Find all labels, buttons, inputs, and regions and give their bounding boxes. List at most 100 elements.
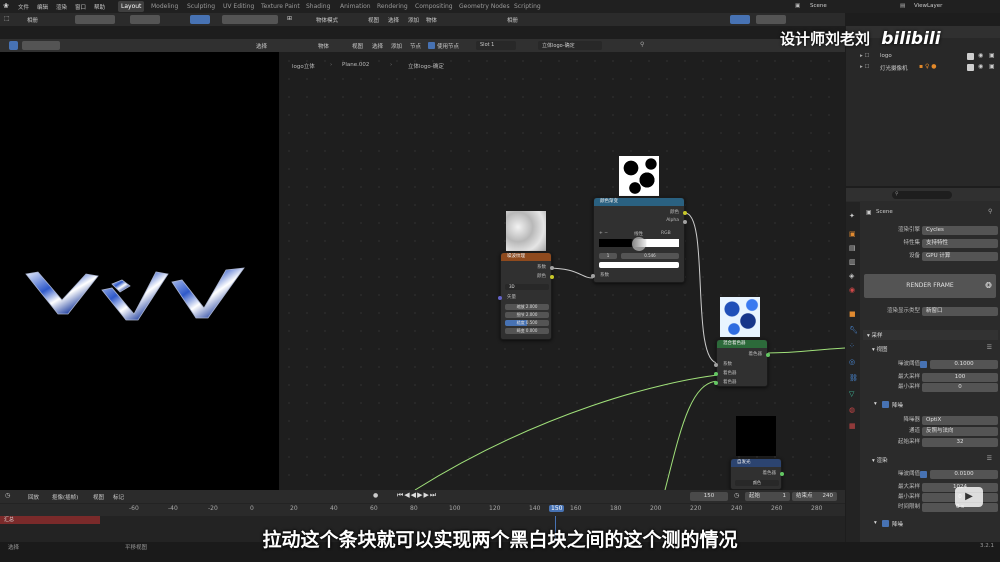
node-menu-node[interactable]: 节点 xyxy=(410,42,421,50)
viewport-toggle-group[interactable] xyxy=(75,15,115,24)
scene-tab-icon[interactable]: ◈ xyxy=(849,272,854,280)
snap-button[interactable] xyxy=(190,15,210,24)
clock-icon[interactable]: ◷ xyxy=(5,492,10,499)
include-checkbox[interactable] xyxy=(967,53,974,60)
passes-dropdown[interactable]: 反照与法向 xyxy=(922,427,998,436)
scene-name[interactable]: Scene xyxy=(810,3,827,9)
menu-view[interactable]: 视图 xyxy=(368,16,379,24)
scale-field[interactable]: 缩放 2.000 xyxy=(505,304,549,310)
menu-file[interactable]: 文件 xyxy=(18,3,29,11)
physics-tab-icon[interactable]: ◎ xyxy=(849,358,855,366)
viewport-mode[interactable]: 相册 xyxy=(27,16,38,24)
feature-set-dropdown[interactable]: 支持特性 xyxy=(922,239,998,248)
roughness-field[interactable]: 糙度 0.500 xyxy=(505,320,549,326)
summary-channel[interactable]: 汇总 xyxy=(0,516,100,524)
editor-type-icon-2[interactable]: ⊞ xyxy=(287,15,292,22)
use-nodes-checkbox[interactable] xyxy=(428,42,435,49)
menu-render[interactable]: 渲染 xyxy=(56,3,67,11)
menu-help[interactable]: 帮助 xyxy=(94,3,105,11)
node-object-dropdown[interactable]: 物体 xyxy=(318,42,329,50)
menu-select[interactable]: 选择 xyxy=(388,16,399,24)
material-tab-icon[interactable]: ◍ xyxy=(849,406,855,414)
particles-tab-icon[interactable]: ⁘ xyxy=(849,342,855,350)
marker-menu[interactable]: 标记 xyxy=(113,493,124,501)
tool-tab-icon[interactable]: ✦ xyxy=(849,212,855,220)
color-output-socket[interactable] xyxy=(550,275,554,279)
shading-mode-group[interactable] xyxy=(222,15,278,24)
menu-object[interactable]: 物体 xyxy=(426,16,437,24)
playhead-frame[interactable]: 150 xyxy=(549,505,565,512)
list-icon-2[interactable]: ☰ xyxy=(987,455,992,462)
select-box-tool[interactable] xyxy=(9,41,18,50)
shader-node-editor[interactable]: logo立体 › Plane.002 › 立体logo-确定 噪波纹理 系数 颜… xyxy=(280,52,845,490)
object-mode-dropdown[interactable]: 物体模式 xyxy=(316,16,338,24)
menu-window[interactable]: 窗口 xyxy=(75,3,86,11)
stop-index-field[interactable]: 1 xyxy=(599,253,617,259)
stop-color-swatch[interactable] xyxy=(599,262,679,268)
viewport-select-menu[interactable]: 选择 xyxy=(256,42,267,50)
texture-tab-icon[interactable]: ▦ xyxy=(849,422,856,430)
stop-position-field[interactable]: 0.546 xyxy=(621,253,679,259)
3d-viewport[interactable] xyxy=(0,52,279,490)
color-ramp-node[interactable]: 颜色渐变 颜色 Alpha + − 线性 RGB 1 0.546 系数 xyxy=(591,197,687,283)
tab-texture-paint[interactable]: Texture Paint xyxy=(258,1,303,12)
viewport-subpanel-header[interactable]: ▾ 视图 ☰ xyxy=(868,344,996,354)
render-icon[interactable]: ▣ xyxy=(989,63,995,70)
overlay-button[interactable] xyxy=(730,15,750,24)
tab-animation[interactable]: Animation xyxy=(337,1,374,12)
tab-geometry-nodes[interactable]: Geometry Nodes xyxy=(456,1,513,12)
tab-modeling[interactable]: Modeling xyxy=(148,1,181,12)
viewport-pivot-button[interactable] xyxy=(130,15,160,24)
preview-range-icon[interactable]: ◷ xyxy=(734,492,739,499)
r-noise-threshold-field[interactable]: 0.0100 xyxy=(930,470,998,479)
color-output-socket[interactable] xyxy=(683,211,687,215)
fac-input-socket[interactable] xyxy=(714,363,718,367)
alpha-output-socket[interactable] xyxy=(683,220,687,224)
render-tab-icon[interactable]: ▣ xyxy=(849,230,856,238)
vp-denoise-subpanel[interactable]: ▾ 降噪 xyxy=(872,400,996,410)
node-menu-view[interactable]: 视图 xyxy=(352,42,363,50)
end-frame-field[interactable]: 结束点 240 xyxy=(792,492,837,501)
viewport-shading-label[interactable]: 相册 xyxy=(507,16,518,24)
mix-shader-node[interactable]: 混合着色器 着色器 系数 着色器 着色器 xyxy=(714,339,770,387)
view-layer-name[interactable]: ViewLayer xyxy=(914,3,942,9)
add-stop-icon[interactable]: + − xyxy=(599,231,608,236)
world-tab-icon[interactable]: ◉ xyxy=(849,286,855,294)
dimension-dropdown[interactable]: 3D xyxy=(505,284,549,290)
fac-output-socket[interactable] xyxy=(550,266,554,270)
tab-scripting[interactable]: Scripting xyxy=(511,1,544,12)
blender-logo-icon[interactable]: ❀ xyxy=(3,2,9,10)
current-frame-field[interactable]: 150 xyxy=(690,492,728,501)
shader-output-socket[interactable] xyxy=(766,353,770,357)
record-icon[interactable]: ● xyxy=(373,492,378,499)
emission-color-field[interactable]: 颜色 xyxy=(735,480,779,486)
vp-noise-threshold-checkbox[interactable] xyxy=(920,361,927,368)
pin-icon[interactable]: ⚲ xyxy=(640,41,644,48)
video-play-icon[interactable]: ▶ xyxy=(955,487,983,507)
menu-add[interactable]: 添加 xyxy=(408,16,419,24)
render-icon[interactable]: ▣ xyxy=(989,52,995,59)
shading-buttons[interactable] xyxy=(756,15,786,24)
vp-max-samples-field[interactable]: 100 xyxy=(922,373,998,382)
start-frame-field[interactable]: 起始 1 xyxy=(745,492,790,501)
tab-uv-editing[interactable]: UV Editing xyxy=(220,1,257,12)
start-samples-field[interactable]: 32 xyxy=(922,438,998,447)
device-dropdown[interactable]: GPU 计算 xyxy=(922,252,998,261)
output-tab-icon[interactable]: ▤ xyxy=(849,244,856,252)
data-tab-icon[interactable]: ▽ xyxy=(849,390,854,398)
outliner[interactable]: ▸ ☐ logo ◉ ▣ ▸ ☐ 灯光摄像机 ▪ ♀ ● ◉ ▣ xyxy=(846,26,1000,186)
select-mode-group[interactable] xyxy=(22,41,60,50)
editor-type-icon[interactable]: ⬚ xyxy=(4,15,10,22)
tab-sculpting[interactable]: Sculpting xyxy=(184,1,218,12)
vector-input-socket[interactable] xyxy=(498,296,502,300)
distortion-field[interactable]: 畸变 0.000 xyxy=(505,328,549,334)
color-mode-dropdown[interactable]: RGB xyxy=(661,231,671,236)
link-shader-1[interactable] xyxy=(414,374,719,490)
node-menu-add[interactable]: 添加 xyxy=(391,42,402,50)
object-tab-icon[interactable]: ■ xyxy=(849,310,856,318)
include-checkbox[interactable] xyxy=(967,64,974,71)
render-engine-dropdown[interactable]: Cycles xyxy=(922,226,998,235)
modifier-tab-icon[interactable]: 🔧︎ xyxy=(849,326,858,334)
display-type-dropdown[interactable]: 新窗口 xyxy=(922,307,998,316)
outliner-item-logo[interactable]: ▸ ☐ logo ◉ ▣ xyxy=(846,52,1000,61)
